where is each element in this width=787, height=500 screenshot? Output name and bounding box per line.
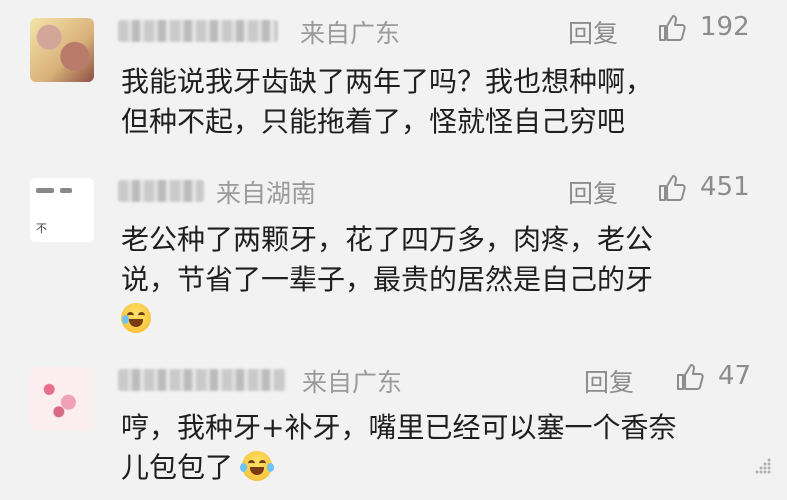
- avatar[interactable]: [30, 18, 94, 82]
- username-blurred[interactable]: [118, 369, 286, 391]
- comment-line: 说，节省了一辈子，最贵的居然是自己的牙: [121, 263, 654, 296]
- like-count: 451: [700, 172, 750, 202]
- avatar-decoration: [36, 188, 54, 193]
- thumbs-up-icon[interactable]: [656, 12, 688, 44]
- location-label: 来自湖南: [216, 179, 317, 208]
- emoji-tear: [239, 463, 247, 472]
- resize-grip-icon: [755, 458, 771, 474]
- reply-button[interactable]: 回复: [568, 14, 618, 50]
- comment-text: 老公种了两颗牙，花了四万多，肉疼，老公 说，节省了一辈子，最贵的居然是自己的牙: [121, 220, 653, 340]
- comment-text: 我能说我牙齿缺了两年了吗？我也想种啊， 但种不起，只能拖着了，怪就怪自己穷吧: [121, 62, 653, 142]
- comment-line: 儿包包了: [121, 448, 676, 488]
- username-blurred[interactable]: [118, 20, 278, 42]
- emoji-mouth: [249, 467, 264, 475]
- like-count: 47: [718, 361, 752, 391]
- emoji-tear: [266, 463, 274, 472]
- avatar-text: 不: [36, 222, 47, 235]
- crying-laughing-emoji: [121, 303, 151, 333]
- reply-button[interactable]: 回复: [568, 174, 618, 210]
- username-blurred[interactable]: [118, 180, 204, 202]
- location-label: 来自广东: [302, 368, 403, 397]
- laughing-tears-emoji: [239, 451, 274, 481]
- comment-line: 我能说我牙齿缺了两年了吗？我也想种啊，: [121, 65, 654, 98]
- emoji-tear: [122, 315, 129, 324]
- location-label: 来自广东: [300, 19, 401, 48]
- avatar[interactable]: 不: [30, 178, 94, 242]
- thumbs-up-icon[interactable]: [656, 172, 688, 204]
- like-count: 192: [700, 12, 750, 42]
- emoji-mouth: [129, 319, 143, 327]
- comment-line: 但种不起，只能拖着了，怪就怪自己穷吧: [121, 105, 626, 138]
- comment-line-text: 儿包包了: [121, 451, 234, 484]
- emoji-line: [121, 300, 653, 340]
- comment-line: 哼，我种牙+补牙，嘴里已经可以塞一个香奈: [121, 411, 677, 444]
- comment-line: 老公种了两颗牙，花了四万多，肉疼，老公: [121, 223, 654, 256]
- comment-text: 哼，我种牙+补牙，嘴里已经可以塞一个香奈 儿包包了: [121, 408, 676, 488]
- avatar-decoration: [60, 188, 72, 193]
- reply-button[interactable]: 回复: [584, 363, 634, 399]
- thumbs-up-icon[interactable]: [674, 361, 706, 393]
- avatar[interactable]: [30, 367, 94, 431]
